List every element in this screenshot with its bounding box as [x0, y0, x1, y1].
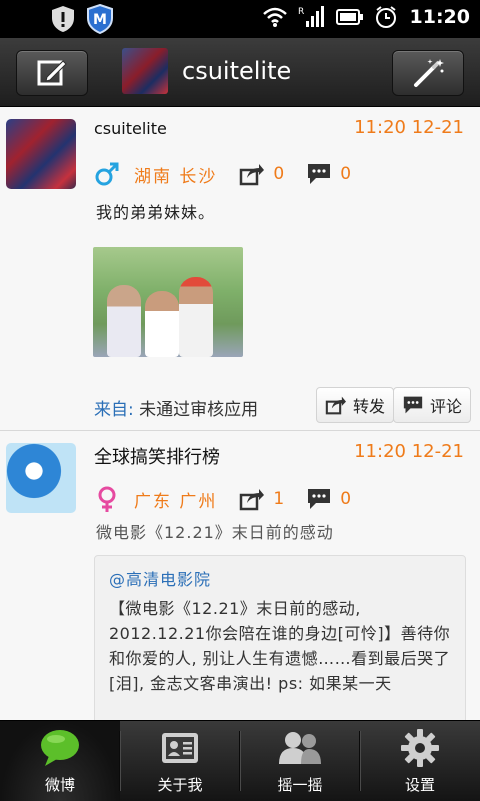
forward-count: 0 — [273, 164, 285, 184]
forward-button-label: 转发 — [353, 397, 386, 416]
quoted-post[interactable]: @高清电影院 【微电影《12.21》末日前的感动, 2012.12.21你会陪在… — [94, 555, 466, 720]
forward-icon — [240, 164, 265, 186]
header-username: csuitelite — [182, 57, 292, 85]
comment-icon — [308, 164, 331, 184]
forward-button[interactable]: 转发 — [316, 387, 395, 423]
forward-icon — [240, 489, 265, 511]
comment-button[interactable]: 评论 — [393, 387, 472, 423]
shield-alert-icon — [52, 6, 74, 32]
gear-icon — [401, 729, 439, 767]
female-gender-icon — [98, 486, 116, 512]
post-time: 11:20 12-21 — [354, 117, 464, 138]
comment-icon — [308, 489, 331, 509]
source-value: 未通过审核应用 — [139, 400, 259, 420]
header-avatar — [122, 48, 168, 94]
post-location: 广东 广州 — [134, 491, 218, 512]
comment-icon — [403, 396, 423, 414]
system-icons: R 11:20 — [262, 5, 470, 29]
magic-wand-icon — [414, 59, 444, 87]
post-source: 来自: 未通过审核应用 — [94, 395, 258, 420]
post-time: 11:20 12-21 — [354, 441, 464, 462]
tab-weibo[interactable]: 微博 — [0, 721, 120, 801]
post-meta: 广东 广州 1 0 — [94, 485, 351, 513]
magic-wand-button[interactable] — [392, 50, 464, 96]
post-username[interactable]: csuitelite — [94, 119, 167, 138]
header-user[interactable]: csuitelite — [122, 48, 291, 94]
photo-figure — [107, 285, 141, 357]
tab-label: 设置 — [404, 776, 435, 794]
tab-shake[interactable]: 摇一摇 — [240, 721, 360, 801]
weibo-post[interactable]: csuitelite 11:20 12-21 湖南 长沙 0 0 我的弟弟妹妹。… — [0, 107, 480, 431]
app-header: csuitelite — [0, 38, 480, 107]
photo-figure — [145, 291, 179, 357]
chat-bubble-icon — [41, 730, 79, 766]
user-avatar[interactable] — [6, 119, 76, 189]
post-text: 微电影《12.21》末日前的感动 — [96, 523, 334, 542]
male-gender-icon — [95, 162, 119, 186]
svg-text:M: M — [93, 12, 107, 28]
comment-count: 0 — [340, 489, 352, 509]
forward-count: 1 — [273, 489, 285, 509]
quoted-text: 【微电影《12.21》末日前的感动, 2012.12.21你会陪在谁的身边[可怜… — [109, 599, 451, 693]
tab-settings[interactable]: 设置 — [360, 721, 480, 801]
weibo-post[interactable]: 全球搞笑排行榜 11:20 12-21 广东 广州 1 0 微电影《12.21》… — [0, 431, 480, 720]
battery-icon — [335, 9, 363, 25]
compose-button[interactable] — [16, 50, 88, 96]
comment-button-label: 评论 — [430, 397, 463, 416]
post-text: 我的弟弟妹妹。 — [96, 203, 216, 222]
status-bar: M R 11:20 — [0, 0, 480, 38]
post-photo[interactable] — [93, 247, 243, 357]
tab-label: 关于我 — [157, 776, 203, 794]
comment-count: 0 — [340, 164, 352, 184]
profile-card-icon — [162, 733, 198, 763]
quoted-author[interactable]: @高清电影院 — [109, 566, 211, 590]
tab-label: 微博 — [44, 776, 75, 794]
user-avatar[interactable] — [6, 443, 76, 513]
people-icon — [279, 732, 321, 764]
wifi-icon — [262, 7, 287, 27]
source-label: 来自: — [94, 400, 134, 420]
tab-label: 摇一摇 — [277, 776, 323, 794]
photo-figure — [179, 277, 213, 357]
bottom-tab-bar: 微博 关于我 摇一摇 设置 — [0, 720, 480, 801]
compose-icon — [37, 60, 67, 86]
clock: 11:20 — [409, 6, 470, 28]
post-location: 湖南 长沙 — [134, 166, 218, 187]
notification-icons: M — [50, 4, 114, 34]
tab-about-me[interactable]: 关于我 — [120, 721, 240, 801]
svg-text:R: R — [298, 7, 304, 17]
app-notification-icon: M — [87, 4, 113, 34]
timeline-feed[interactable]: csuitelite 11:20 12-21 湖南 长沙 0 0 我的弟弟妹妹。… — [0, 107, 480, 720]
alarm-icon — [375, 6, 396, 28]
post-meta: 湖南 长沙 0 0 — [94, 161, 351, 187]
signal-icon: R — [298, 6, 324, 27]
post-username[interactable]: 全球搞笑排行榜 — [94, 443, 220, 469]
forward-icon — [325, 396, 346, 415]
